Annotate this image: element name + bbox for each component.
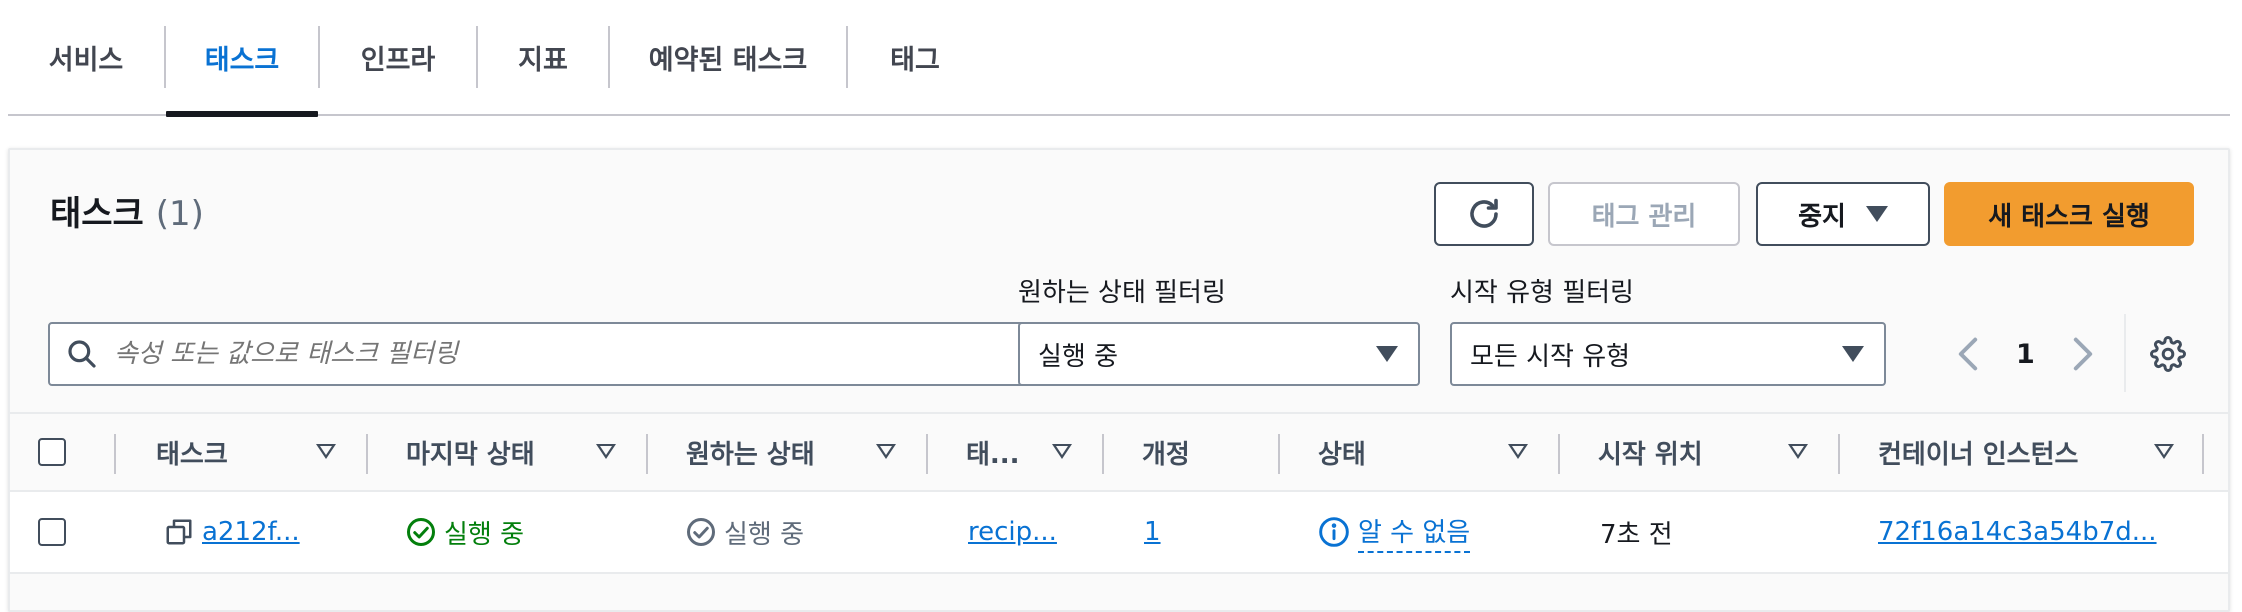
gear-icon[interactable] [2150,336,2186,372]
stop-button-label: 중지 [1798,201,1846,232]
column-divider [2202,434,2204,474]
desired-status-text: 실행 중 [724,519,805,550]
column-header-task-definition[interactable]: 태... [966,414,1020,490]
caret-down-icon [1865,206,1888,222]
tab-services[interactable]: 서비스 [8,0,164,115]
column-divider [366,434,368,474]
tab-scheduled-tasks[interactable]: 예약된 태스크 [610,0,846,115]
caret-down-icon [1842,346,1864,362]
chevron-left-icon[interactable] [1956,336,1980,372]
current-page[interactable]: 1 [2016,339,2035,370]
run-new-task-button[interactable]: 새 태스크 실행 [1944,182,2194,246]
started-cell: 7초 전 [1600,519,1673,550]
panel-title: 태스크 (1) [50,186,204,235]
desired-status-select[interactable]: 실행 중 [1018,322,1420,386]
desired-status-value: 실행 중 [1038,341,1119,372]
task-definition-link[interactable]: recip... [968,517,1057,547]
stop-button[interactable]: 중지 [1756,182,1930,246]
manage-tags-button[interactable]: 태그 관리 [1548,182,1740,246]
pagination: 1 [1956,322,2095,386]
container-instance-link[interactable]: 72f16a14c3a54b7d... [1878,517,2157,547]
row-checkbox[interactable] [38,518,66,546]
column-header-health[interactable]: 상태 [1318,414,1366,490]
status-success-icon [407,518,435,546]
revision-cell: 1 [1144,492,1161,572]
task-count: (1) [155,194,204,234]
task-filter-search [48,322,1030,386]
refresh-button[interactable] [1434,182,1534,246]
table-header: 태스크 마지막 상태 원하는 상태 태... 개정 상태 시작 위치 컨테이너 … [10,412,2228,492]
sort-icon[interactable] [596,444,616,459]
last-status-cell: 실행 중 [406,492,524,572]
tab-bar: 서비스 태스크 인프라 지표 예약된 태스크 태그 [8,0,2230,117]
desired-status-cell: 실행 중 [686,492,804,572]
refresh-icon [1470,198,1498,228]
tab-tasks[interactable]: 태스크 [166,0,318,117]
launch-type-filter-label: 시작 유형 필터링 [1450,278,1634,308]
column-header-revision[interactable]: 개정 [1142,414,1190,490]
tab-tags[interactable]: 태그 [848,0,982,115]
column-header-last-status[interactable]: 마지막 상태 [406,414,535,490]
health-cell: 알 수 없음 [1318,492,1471,572]
column-divider [646,434,648,474]
revision-link[interactable]: 1 [1144,517,1161,547]
sort-icon[interactable] [1508,444,1528,459]
column-header-started[interactable]: 시작 위치 [1598,414,1703,490]
column-header-task[interactable]: 태스크 [156,414,228,490]
chevron-right-icon[interactable] [2071,336,2095,372]
column-divider [1278,434,1280,474]
tab-infrastructure[interactable]: 인프라 [320,0,476,115]
column-divider [1558,434,1560,474]
tasks-panel: 태스크 (1) 태그 관리 중지 새 태스크 실행 원하는 상태 필터링 시작 … [8,148,2230,612]
health-status-popover[interactable]: 알 수 없음 [1358,512,1471,553]
status-stopped-icon [687,518,715,546]
table-row: a212f... 실행 중 실행 중 recip... 1 알 수 없음 7초 … [10,492,2228,574]
task-definition-cell: recip... [968,492,1057,572]
select-all-checkbox[interactable] [38,438,66,466]
desired-status-filter-label: 원하는 상태 필터링 [1018,278,1226,308]
column-divider [1102,434,1104,474]
info-icon [1319,517,1349,547]
column-divider [114,434,116,474]
task-cell: a212f... [164,492,300,572]
caret-down-icon [1376,346,1398,362]
last-status-text: 실행 중 [444,519,525,550]
launch-type-value: 모든 시작 유형 [1470,341,1631,372]
sort-icon[interactable] [316,444,336,459]
sort-icon[interactable] [876,444,896,459]
panel-title-text: 태스크 [50,194,144,234]
pager-divider [2124,314,2126,392]
search-input[interactable] [114,339,994,369]
column-divider [1838,434,1840,474]
copy-icon[interactable] [164,517,194,547]
task-id-link[interactable]: a212f... [202,517,300,547]
column-header-desired-status[interactable]: 원하는 상태 [686,414,815,490]
sort-icon[interactable] [1788,444,1808,459]
column-header-container-instance[interactable]: 컨테이너 인스턴스 [1878,414,2078,490]
column-divider [926,434,928,474]
search-icon [68,340,96,368]
tab-metrics[interactable]: 지표 [478,0,608,115]
container-instance-cell: 72f16a14c3a54b7d... [1878,492,2157,572]
sort-icon[interactable] [1052,444,1072,459]
sort-icon[interactable] [2154,444,2174,459]
launch-type-select[interactable]: 모든 시작 유형 [1450,322,1886,386]
